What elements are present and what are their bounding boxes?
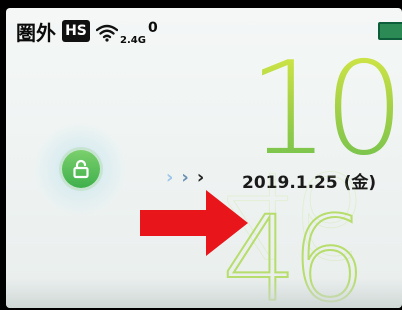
chevron-right-icon: › [181, 167, 191, 188]
carrier-status: 圏外 [16, 20, 56, 45]
chevron-right-icon: › [166, 167, 176, 188]
chevron-right-icon: › [196, 167, 207, 188]
wifi-band: 2.4G [120, 35, 146, 46]
lock-screen: 圏外 HS 2.4G 0 10 › › › 2019.1.25 (金) 46 46 [6, 8, 402, 308]
unlock-icon [73, 159, 89, 179]
network-badge: HS [62, 20, 90, 42]
red-arrow-icon [140, 190, 248, 256]
wifi-client-count: 0 [147, 20, 158, 36]
swipe-hint: › › › [166, 167, 212, 188]
wifi-icon [96, 24, 118, 42]
status-bar: 圏外 HS 2.4G 0 [16, 16, 158, 46]
bottom-shade [6, 278, 402, 308]
wifi-status: 2.4G 0 [96, 20, 158, 46]
unlock-button[interactable] [62, 150, 100, 188]
